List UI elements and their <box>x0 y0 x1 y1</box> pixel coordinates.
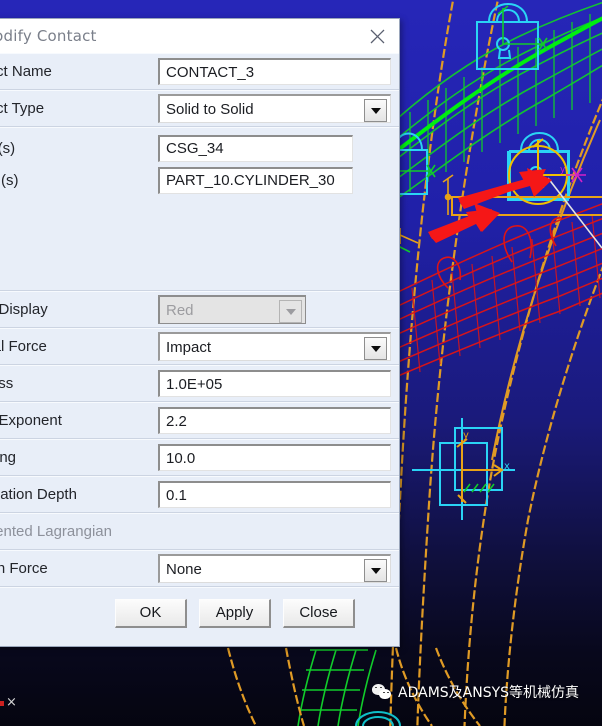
watermark-label: ADAMS及ANSYS等机械仿真 <box>398 685 580 701</box>
force-display-value: Red <box>166 301 194 319</box>
normal-force-value: Impact <box>166 338 212 356</box>
solids-empty-area <box>0 196 391 284</box>
i-solids-label: I Solid(s) <box>0 139 16 157</box>
wechat-watermark: ADAMS及ANSYS等机械仿真 <box>372 682 579 702</box>
penetration-depth-label: Penetration Depth <box>0 486 77 503</box>
section-augmented-lagrangian: Augmented Lagrangian <box>0 513 399 550</box>
contact-type-select[interactable]: Solid to Solid <box>158 94 391 123</box>
dialog-titlebar[interactable]: Modify Contact <box>0 19 399 53</box>
field-row-penetration-depth: Penetration Depth 0.1 <box>0 476 399 513</box>
penetration-depth-input[interactable]: 0.1 <box>158 481 391 508</box>
field-row-contact-name: Contact Name CONTACT_3 <box>0 53 399 90</box>
friction-force-value: None <box>166 560 202 578</box>
apply-button[interactable]: Apply <box>199 598 271 628</box>
chevron-down-icon[interactable] <box>364 559 387 582</box>
field-row-force-display: Force Display Red <box>0 291 399 328</box>
viewport-corner-dot <box>0 701 4 706</box>
normal-force-label: Normal Force <box>0 338 47 355</box>
ok-button[interactable]: OK <box>115 598 187 628</box>
friction-force-select[interactable]: None <box>158 554 391 583</box>
force-exponent-label: Force Exponent <box>0 412 62 429</box>
field-row-damping: Damping 10.0 <box>0 439 399 476</box>
friction-force-label: Friction Force <box>0 560 48 577</box>
stiffness-label: Stiffness <box>0 375 14 392</box>
svg-text:y: y <box>463 430 469 441</box>
close-button[interactable]: Close <box>283 598 355 628</box>
field-row-i-solids: I Solid(s) CSG_34 <box>0 132 391 164</box>
field-row-contact-type: Contact Type Solid to Solid <box>0 90 399 127</box>
svg-text:x: x <box>504 461 510 472</box>
force-display-label: Force Display <box>0 301 48 318</box>
solids-selection-block: I Solid(s) CSG_34 J Solid(s) PART_10.CYL… <box>0 127 399 291</box>
dialog-form: Contact Name CONTACT_3 Contact Type Soli… <box>0 53 399 646</box>
dialog-title: Modify Contact <box>0 27 97 45</box>
modify-contact-dialog[interactable]: Modify Contact Contact Name CONTACT_3 Co… <box>0 18 400 647</box>
augmented-lagrangian-label: Augmented Lagrangian <box>0 523 112 540</box>
field-row-stiffness: Stiffness 1.0E+05 <box>0 365 399 402</box>
i-solids-input[interactable]: CSG_34 <box>158 134 353 162</box>
chevron-down-icon[interactable] <box>364 337 387 360</box>
stiffness-input[interactable]: 1.0E+05 <box>158 370 391 397</box>
viewport-corner-marker: × <box>6 695 17 710</box>
dialog-button-bar: OK Apply Close <box>0 587 399 638</box>
wechat-icon <box>372 683 392 701</box>
chevron-down-icon <box>279 300 302 323</box>
damping-input[interactable]: 10.0 <box>158 444 391 471</box>
force-exponent-input[interactable]: 2.2 <box>158 407 391 434</box>
close-icon[interactable] <box>363 25 391 47</box>
field-row-normal-force: Normal Force Impact <box>0 328 399 365</box>
svg-text:y: y <box>560 165 566 175</box>
field-row-friction-force: Friction Force None <box>0 550 399 587</box>
j-solids-input[interactable]: PART_10.CYLINDER_30 <box>158 166 353 194</box>
contact-name-label: Contact Name <box>0 63 52 80</box>
field-row-j-solids: J Solid(s) PART_10.CYLINDER_30 <box>0 164 391 196</box>
contact-type-value: Solid to Solid <box>166 100 254 118</box>
contact-name-input[interactable]: CONTACT_3 <box>158 58 391 85</box>
chevron-down-icon[interactable] <box>364 99 387 122</box>
normal-force-select[interactable]: Impact <box>158 332 391 361</box>
damping-label: Damping <box>0 449 17 466</box>
force-display-select: Red <box>158 295 306 324</box>
j-solids-label: J Solid(s) <box>0 171 19 189</box>
contact-type-label: Contact Type <box>0 100 45 117</box>
field-row-force-exponent: Force Exponent 2.2 <box>0 402 399 439</box>
